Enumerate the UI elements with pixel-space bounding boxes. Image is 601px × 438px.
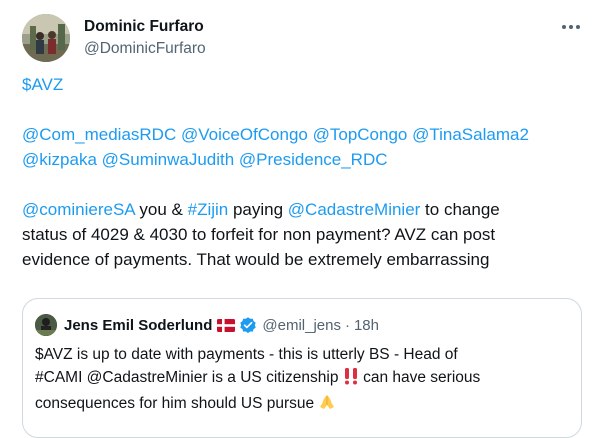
tweet-line: @Com_mediasRDC @VoiceOfCongo @TopCongo @… <box>22 122 587 147</box>
verified-badge-icon <box>240 317 257 334</box>
tweet-header: Dominic Furfaro @DominicFurfaro <box>22 14 582 62</box>
quoted-tweet-card[interactable]: Jens Emil Soderlund @emil_jens · 18h $AV… <box>22 298 582 438</box>
tweet-line: @cominiereSA you & #Zijin paying @Cadast… <box>22 197 587 222</box>
author-name[interactable]: Dominic Furfaro <box>84 18 204 36</box>
mention-link[interactable]: @Com_mediasRDC <box>22 125 176 144</box>
tweet-line: evidence of payments. That would be extr… <box>22 250 490 269</box>
quoted-author-handle[interactable]: @emil_jens <box>262 317 341 334</box>
tweet-line: status of 4029 & 4030 to forfeit for non… <box>22 225 496 244</box>
mention-link[interactable]: @TinaSalama2 <box>412 125 529 144</box>
author-handle[interactable]: @DominicFurfaro <box>84 40 206 58</box>
quoted-author-name[interactable]: Jens Emil Soderlund <box>64 317 212 334</box>
mention-link[interactable]: @CadastreMinier <box>288 200 421 219</box>
mention-link[interactable]: @TopCongo <box>313 125 408 144</box>
quoted-author-avatar[interactable] <box>35 314 57 336</box>
quoted-timestamp[interactable]: 18h <box>354 317 379 334</box>
hashtag-link[interactable]: #Zijin <box>188 200 229 219</box>
denmark-flag-icon <box>217 318 236 332</box>
quoted-line-part: #CAMI @CadastreMinier is a US citizenshi… <box>35 369 343 386</box>
mention-link[interactable]: @SuminwaJudith <box>102 150 235 169</box>
quoted-line: #CAMI @CadastreMinier is a US citizenshi… <box>35 366 571 392</box>
tweet-line: @kizpaka @SuminwaJudith @Presidence_RDC <box>22 147 587 172</box>
quoted-line-part: can have serious <box>358 369 481 386</box>
cashtag-link[interactable]: $AVZ <box>22 75 63 94</box>
mention-link[interactable]: @kizpaka <box>22 150 97 169</box>
more-horizontal-icon <box>562 25 580 29</box>
quoted-line: $AVZ is up to date with payments - this … <box>35 346 458 363</box>
quoted-line-part: consequences for him should US pursue <box>35 395 319 412</box>
tweet-line: $AVZ <box>22 72 587 97</box>
quoted-tweet-text: $AVZ is up to date with payments - this … <box>35 343 571 418</box>
tweet-text-part: to change <box>420 200 500 219</box>
tweet-text-part: you & <box>134 200 188 219</box>
folded-hands-emoji <box>318 393 336 418</box>
tweet-text-part: paying <box>228 200 288 219</box>
tweet-text: $AVZ @Com_mediasRDC @VoiceOfCongo @TopCo… <box>22 72 587 272</box>
more-options-button[interactable] <box>560 16 582 38</box>
quoted-tweet-header: Jens Emil Soderlund @emil_jens · 18h <box>35 313 379 337</box>
mention-link[interactable]: @VoiceOfCongo <box>181 125 308 144</box>
separator-dot: · <box>344 316 350 334</box>
quoted-line: consequences for him should US pursue <box>35 392 571 418</box>
author-avatar[interactable] <box>22 14 70 62</box>
mention-link[interactable]: @cominiereSA <box>22 200 135 219</box>
double-exclamation-emoji <box>343 367 359 392</box>
mention-link[interactable]: @Presidence_RDC <box>239 150 388 169</box>
